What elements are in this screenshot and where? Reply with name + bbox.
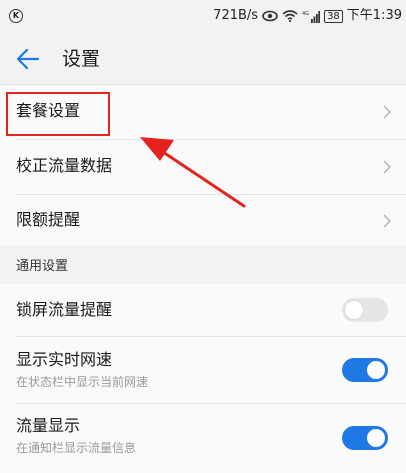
app-bar: 设置 xyxy=(0,34,406,84)
list-item-limit-reminder[interactable]: 限额提醒 xyxy=(0,195,406,247)
wifi-icon xyxy=(282,10,298,22)
lockscreen-reminder-toggle[interactable] xyxy=(342,298,388,322)
chevron-right-icon xyxy=(383,214,392,228)
realtime-speed-toggle[interactable] xyxy=(342,358,388,382)
k-circle-icon: K xyxy=(9,9,23,23)
list-item-label: 流量显示 xyxy=(16,416,81,435)
eye-icon xyxy=(262,10,278,22)
section-header-general: 通用设置 xyxy=(0,246,406,284)
signal-icon: 4G xyxy=(302,10,321,23)
section-title: 通用设置 xyxy=(16,259,69,274)
clock: 下午1:39 xyxy=(346,8,402,23)
list-item-label: 锁屏流量提醒 xyxy=(16,300,113,319)
status-right-group: 721B/s 4G 38 下午1:39 xyxy=(213,8,402,24)
page-title: 设置 xyxy=(62,48,101,70)
list-item-realtime-speed[interactable]: 显示实时网速 在状态栏中显示当前网速 xyxy=(0,337,406,403)
list-item-subtitle: 在状态栏中显示当前网速 xyxy=(16,375,149,389)
general-settings-card: 锁屏流量提醒 显示实时网速 在状态栏中显示当前网速 流量显示 在通知栏显示流量信… xyxy=(0,284,406,473)
list-item-label: 限额提醒 xyxy=(16,210,81,229)
list-item-lockscreen-reminder[interactable]: 锁屏流量提醒 xyxy=(0,284,406,336)
list-item-traffic-display[interactable]: 流量显示 在通知栏显示流量信息 xyxy=(0,404,406,473)
list-item-subtitle: 在通知栏显示流量信息 xyxy=(16,441,137,455)
chevron-right-icon xyxy=(383,105,392,119)
toggle-knob xyxy=(345,301,363,319)
toggle-knob xyxy=(367,361,385,379)
svg-text:4G: 4G xyxy=(302,11,309,17)
back-arrow-icon[interactable] xyxy=(16,48,40,70)
chevron-right-icon xyxy=(383,160,392,174)
traffic-display-toggle[interactable] xyxy=(342,426,388,450)
list-item-label: 显示实时网速 xyxy=(16,350,113,369)
annotation-highlight-box xyxy=(6,92,110,136)
toggle-knob xyxy=(367,429,385,447)
battery-icon: 38 xyxy=(324,9,343,23)
list-item-label: 校正流量数据 xyxy=(16,156,113,175)
status-bar: K 721B/s 4G 38 下午1:39 xyxy=(0,0,406,34)
list-item-calibrate-data[interactable]: 校正流量数据 xyxy=(0,140,406,194)
net-speed: 721B/s xyxy=(213,8,259,23)
